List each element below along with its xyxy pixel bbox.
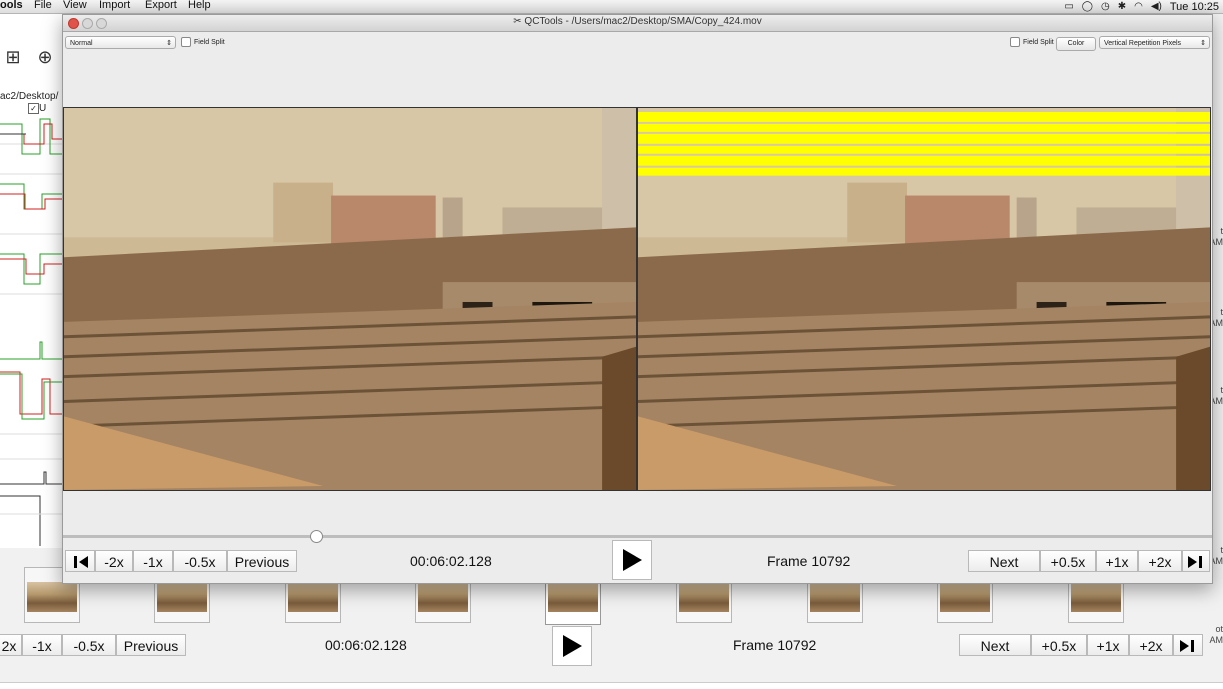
- next-button[interactable]: Next: [968, 550, 1040, 572]
- window-title: ✂ QCTools - /Users/mac2/Desktop/SMA/Copy…: [63, 16, 1212, 27]
- bg-frame-number: Frame 10792: [733, 637, 816, 653]
- menu-import[interactable]: Import: [99, 0, 130, 12]
- thumbnail-image: [940, 582, 990, 612]
- menu-bar: ools File View Import Export Help ▭ ◯ ◷ …: [0, 0, 1223, 14]
- bg-previous-button[interactable]: Previous: [116, 634, 186, 656]
- step-back-button[interactable]: [65, 550, 95, 572]
- step-forward-icon: [1178, 639, 1198, 653]
- status-tray: ▭ ◯ ◷ ✱ ◠ ◀) Tue 10:25: [1064, 0, 1219, 13]
- right-video-frame: [637, 107, 1211, 491]
- thumbnail-image: [548, 582, 598, 612]
- color-button[interactable]: Color: [1056, 37, 1096, 51]
- bluetooth-icon[interactable]: ✱: [1118, 1, 1126, 13]
- bg-speed-minus-2x-button[interactable]: 2x: [0, 634, 22, 656]
- bg-speed-plus-2x-button[interactable]: +2x: [1129, 634, 1173, 656]
- thumbnail-image: [27, 582, 77, 612]
- timeline-slider-knob[interactable]: [310, 530, 323, 543]
- speed-plus-half-button[interactable]: +0.5x: [1040, 550, 1096, 572]
- right-field-split-checkbox[interactable]: Field Split: [1010, 37, 1054, 48]
- notification-icon[interactable]: ◯: [1082, 1, 1093, 13]
- thumbnail-image: [810, 582, 860, 612]
- volume-icon[interactable]: ◀): [1151, 1, 1162, 13]
- edge-label: AM: [1210, 635, 1223, 645]
- background-graph-panel: ⊞ ⊕ ac2/Desktop/ ✓U: [0, 14, 63, 548]
- right-filter-select[interactable]: Vertical Repetition Pixels ⇕: [1099, 36, 1210, 49]
- speed-plus-1x-button[interactable]: +1x: [1096, 550, 1138, 572]
- graph-traces: [0, 114, 62, 548]
- background-path: ac2/Desktop/: [0, 91, 58, 102]
- menu-export[interactable]: Export: [145, 0, 177, 12]
- right-filter-value: Vertical Repetition Pixels: [1104, 40, 1181, 47]
- background-checkbox-label: U: [39, 103, 46, 114]
- speed-minus-half-button[interactable]: -0.5x: [173, 550, 227, 572]
- left-video-frame: [63, 107, 637, 491]
- speed-minus-2x-button[interactable]: -2x: [95, 550, 133, 572]
- video-image: [638, 108, 1210, 490]
- speed-plus-2x-button[interactable]: +2x: [1138, 550, 1182, 572]
- bg-play-button[interactable]: [552, 626, 592, 666]
- window-title-text: QCTools - /Users/mac2/Desktop/SMA/Copy_4…: [524, 16, 761, 27]
- thumbnail-image: [418, 582, 468, 612]
- player-window: ✂ QCTools - /Users/mac2/Desktop/SMA/Copy…: [62, 14, 1213, 584]
- menu-app-name[interactable]: ools: [0, 0, 23, 12]
- left-field-split-label: Field Split: [194, 39, 225, 46]
- bg-next-button[interactable]: Next: [959, 634, 1031, 656]
- step-back-icon: [70, 555, 90, 569]
- document-icon: ✂: [513, 16, 524, 27]
- wifi-icon[interactable]: ◠: [1134, 1, 1143, 13]
- window-titlebar: ✂ QCTools - /Users/mac2/Desktop/SMA/Copy…: [63, 15, 1212, 32]
- bg-speed-plus-1x-button[interactable]: +1x: [1087, 634, 1129, 656]
- bg-speed-minus-1x-button[interactable]: -1x: [22, 634, 62, 656]
- edge-label: ot: [1215, 624, 1223, 634]
- select-arrows-icon: ⇕: [1200, 37, 1206, 50]
- menu-file[interactable]: File: [34, 0, 52, 12]
- clock[interactable]: Tue 10:25: [1170, 1, 1219, 13]
- left-field-split-checkbox[interactable]: Field Split: [181, 37, 225, 48]
- bg-speed-minus-half-button[interactable]: -0.5x: [62, 634, 116, 656]
- airplay-icon[interactable]: ▭: [1064, 1, 1073, 13]
- play-button[interactable]: [612, 540, 652, 580]
- previous-button[interactable]: Previous: [227, 550, 297, 572]
- left-filter-value: Normal: [70, 40, 93, 47]
- timeline-slider[interactable]: [63, 535, 1212, 538]
- step-forward-button[interactable]: [1182, 550, 1210, 572]
- menu-view[interactable]: View: [63, 0, 87, 12]
- play-icon: [561, 634, 583, 658]
- background-checkbox[interactable]: ✓U: [28, 103, 46, 114]
- bg-step-forward-button[interactable]: [1173, 634, 1203, 656]
- bg-timecode: 00:06:02.128: [325, 637, 407, 653]
- right-field-split-label: Field Split: [1023, 39, 1054, 46]
- checkbox-box: [1010, 37, 1020, 47]
- video-image: [64, 108, 636, 490]
- select-arrows-icon: ⇕: [166, 37, 172, 50]
- menu-help[interactable]: Help: [188, 0, 211, 12]
- timecode: 00:06:02.128: [410, 553, 492, 569]
- thumbnail-image: [157, 582, 207, 612]
- checkbox-box: [181, 37, 191, 47]
- bg-speed-plus-half-button[interactable]: +0.5x: [1031, 634, 1087, 656]
- step-forward-icon: [1186, 555, 1206, 569]
- thumbnail-image: [288, 582, 338, 612]
- play-icon: [621, 548, 643, 572]
- graph-layout-icon[interactable]: ⊞: [0, 44, 26, 70]
- time-machine-icon[interactable]: ◷: [1101, 1, 1110, 13]
- thumbnail-image: [679, 582, 729, 612]
- thumbnail-image: [1071, 582, 1121, 612]
- left-filter-select[interactable]: Normal ⇕: [65, 36, 176, 49]
- speed-minus-1x-button[interactable]: -1x: [133, 550, 173, 572]
- checkbox-check-icon: ✓: [28, 103, 39, 114]
- frame-number: Frame 10792: [767, 553, 850, 569]
- zoom-in-icon[interactable]: ⊕: [32, 44, 58, 70]
